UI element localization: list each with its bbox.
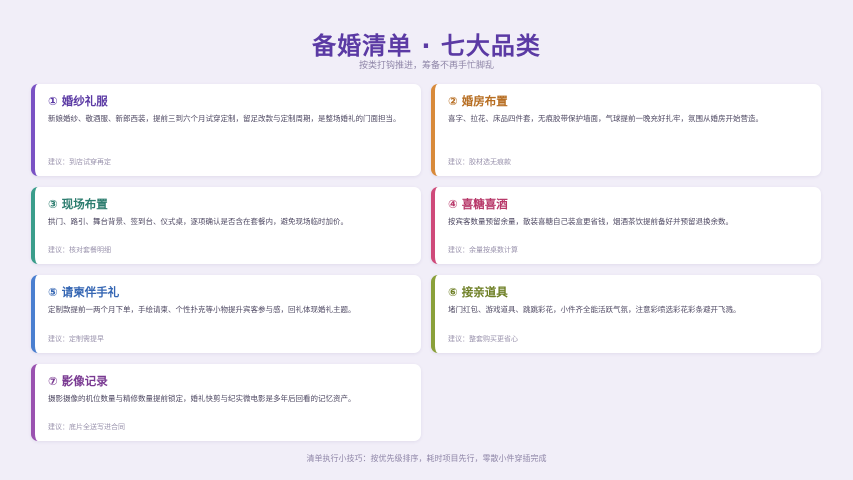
page-subtitle: 按类打钩推进，筹备不再手忙脚乱 bbox=[358, 61, 494, 71]
category-card-pickup-props: ⑥ 接亲道具 堵门红包、游戏道具、跳跳彩花，小件齐全能活跃气氛，注意彩喷选彩花彩… bbox=[431, 275, 821, 353]
card-title: ⑦ 影像记录 bbox=[48, 374, 108, 388]
card-description: 定制款提前一两个月下单，手绘请柬、个性扑克等小物提升宾客参与感，回礼体现婚礼主题… bbox=[48, 305, 356, 314]
card-description: 新娘婚纱、敬酒服、新郎西装，提前三到六个月试穿定制，留足改款与定制周期，是整场婚… bbox=[48, 114, 401, 123]
card-title: ② 婚房布置 bbox=[448, 94, 508, 108]
card-suggestion: 建议：底片全送写进合同 bbox=[48, 423, 125, 431]
category-card-photo-video: ⑦ 影像记录 摄影摄像的机位数量与精修数量提前锁定，婚礼快剪与纪实微电影是多年后… bbox=[31, 364, 421, 441]
card-description: 堵门红包、游戏道具、跳跳彩花，小件齐全能活跃气氛，注意彩喷选彩花彩条避开飞溅。 bbox=[448, 305, 741, 314]
card-title: ⑥ 接亲道具 bbox=[448, 285, 508, 299]
category-card-venue-setup: ③ 现场布置 拱门、路引、舞台背景、签到台、仪式桌，逐项确认是否含在套餐内，避免… bbox=[31, 187, 421, 264]
card-title: ③ 现场布置 bbox=[48, 197, 108, 211]
category-card-invitations-gifts: ⑤ 请柬伴手礼 定制款提前一两个月下单，手绘请柬、个性扑克等小物提升宾客参与感，… bbox=[31, 275, 421, 353]
card-suggestion: 建议：定制需提早 bbox=[48, 335, 104, 343]
card-description: 按宾客数量预留余量，散装喜糖自己装盒更省钱，烟酒茶饮提前备好并预留退换余数。 bbox=[448, 217, 733, 226]
card-suggestion: 建议：余量按桌数计算 bbox=[448, 246, 518, 254]
card-title: ⑤ 请柬伴手礼 bbox=[48, 285, 120, 299]
card-suggestion: 建议：核对套餐明细 bbox=[48, 246, 111, 254]
card-description: 喜字、拉花、床品四件套，无痕胶带保护墙面，气球提前一晚充好扎牢，氛围从婚房开始营… bbox=[448, 114, 763, 123]
card-suggestion: 建议：胶材选无痕款 bbox=[448, 158, 511, 166]
card-description: 摄影摄像的机位数量与精修数量提前锁定，婚礼快剪与纪实微电影是多年后回看的记忆资产… bbox=[48, 394, 356, 403]
footer-tip: 清单执行小技巧：按优先级排序，耗时项目先行，零散小件穿插完成 bbox=[306, 454, 547, 463]
card-description: 拱门、路引、舞台背景、签到台、仪式桌，逐项确认是否含在套餐内，避免现场临时加价。 bbox=[48, 217, 348, 226]
card-title: ① 婚纱礼服 bbox=[48, 94, 108, 108]
card-suggestion: 建议：整套购买更省心 bbox=[448, 335, 518, 343]
card-suggestion: 建议：到店试穿再定 bbox=[48, 158, 111, 166]
page-title: 备婚清单 · 七大品类 bbox=[312, 32, 541, 60]
category-card-bridal-room: ② 婚房布置 喜字、拉花、床品四件套，无痕胶带保护墙面，气球提前一晚充好扎牢，氛… bbox=[431, 84, 821, 176]
category-card-wedding-attire: ① 婚纱礼服 新娘婚纱、敬酒服、新郎西装，提前三到六个月试穿定制，留足改款与定制… bbox=[31, 84, 421, 176]
card-title: ④ 喜糖喜酒 bbox=[448, 197, 508, 211]
category-card-candy-wine: ④ 喜糖喜酒 按宾客数量预留余量，散装喜糖自己装盒更省钱，烟酒茶饮提前备好并预留… bbox=[431, 187, 821, 264]
